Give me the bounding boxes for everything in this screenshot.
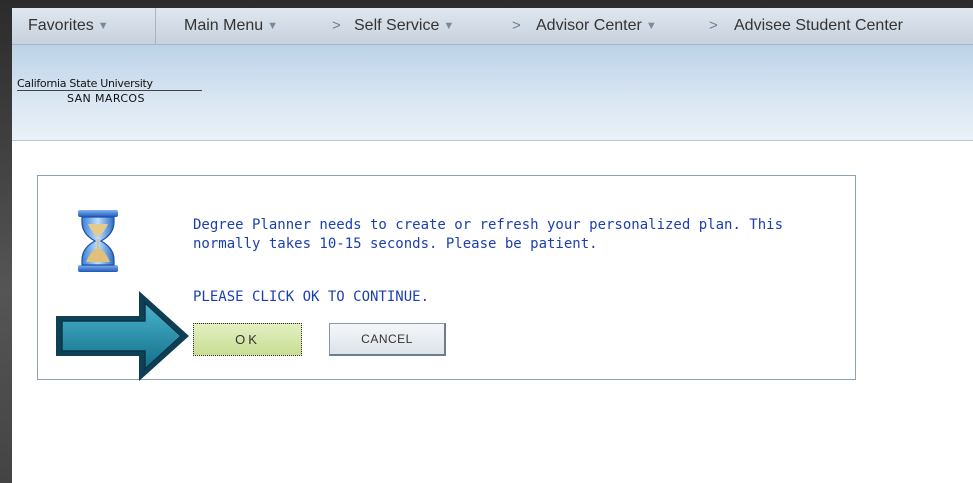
dropdown-triangle-icon: ▼	[267, 20, 279, 32]
ok-button[interactable]: OK	[193, 323, 302, 356]
nav-divider	[155, 8, 156, 44]
branding-header: California State University SAN MARCOS	[12, 45, 973, 141]
cancel-button[interactable]: CANCEL	[329, 323, 446, 356]
dropdown-triangle-icon: ▼	[645, 20, 657, 32]
advisor-center-label: Advisor Center	[536, 17, 642, 34]
breadcrumb-chevron-icon: >	[709, 17, 718, 34]
browser-viewport: Favorites ▼ Main Menu ▼ > Self Service ▼ > …	[12, 8, 973, 483]
logo-underline	[17, 90, 202, 91]
hourglass-icon	[78, 210, 118, 272]
main-menu[interactable]: Main Menu ▼	[184, 17, 278, 35]
dialog-message: Degree Planner needs to create or refres…	[193, 217, 784, 252]
self-service-label: Self Service	[354, 17, 440, 34]
advisee-student-center-link[interactable]: Advisee Student Center	[734, 17, 903, 35]
favorites-menu[interactable]: Favorites ▼	[28, 17, 109, 35]
dialog-prompt: PLEASE CLICK OK TO CONTINUE.	[193, 289, 430, 305]
arrow-right-icon	[56, 291, 189, 381]
logo-line-campus: SAN MARCOS	[67, 92, 145, 105]
advisor-center-menu[interactable]: Advisor Center ▼	[536, 17, 657, 35]
breadcrumb-chevron-icon: >	[332, 17, 341, 34]
navigation-bar: Favorites ▼ Main Menu ▼ > Self Service ▼ > …	[12, 8, 973, 45]
main-menu-label: Main Menu	[184, 17, 264, 34]
favorites-label: Favorites	[28, 17, 94, 34]
logo-line-university: California State University	[17, 77, 153, 90]
dropdown-triangle-icon: ▼	[97, 20, 109, 32]
breadcrumb-chevron-icon: >	[512, 17, 521, 34]
dropdown-triangle-icon: ▼	[443, 20, 455, 32]
self-service-menu[interactable]: Self Service ▼	[354, 17, 454, 35]
